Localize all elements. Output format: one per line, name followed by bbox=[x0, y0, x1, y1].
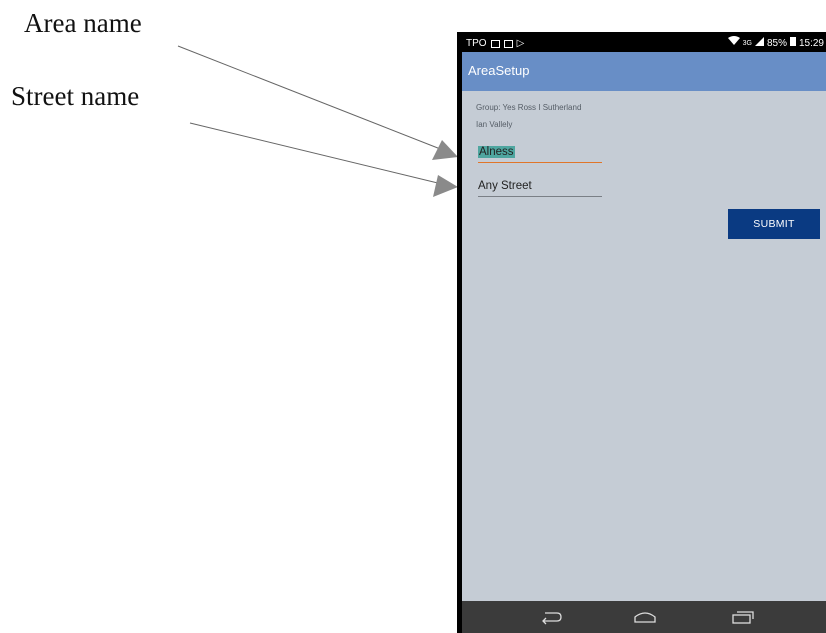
home-icon[interactable] bbox=[630, 607, 660, 627]
play-store-icon: ▷ bbox=[516, 38, 525, 49]
app-screen: TPO ▷ 3G 85% 15:29 AreaSetup Group: Yes … bbox=[462, 35, 826, 633]
area-arrowhead bbox=[432, 140, 458, 160]
group-info-line1: Group: Yes Ross I Sutherland bbox=[476, 103, 582, 112]
street-name-annotation: Street name bbox=[11, 81, 140, 111]
status-carrier-text: TPO bbox=[466, 38, 487, 49]
street-arrowhead bbox=[433, 175, 458, 197]
status-bar: TPO ▷ 3G 85% 15:29 bbox=[462, 35, 826, 52]
back-icon[interactable] bbox=[536, 607, 566, 627]
tablet-frame: TPO ▷ 3G 85% 15:29 AreaSetup Group: Yes … bbox=[457, 32, 826, 633]
street-name-value: Any Street bbox=[478, 180, 532, 192]
status-right: 3G 85% 15:29 bbox=[727, 35, 824, 52]
recent-apps-icon[interactable] bbox=[728, 607, 758, 627]
battery-level: 85% bbox=[766, 38, 787, 49]
area-name-annotation: Area name bbox=[24, 8, 142, 38]
area-name-input[interactable]: Alness bbox=[478, 144, 602, 163]
battery-icon bbox=[789, 35, 796, 52]
area-arrow-line bbox=[177, 45, 449, 153]
area-name-value: Alness bbox=[478, 146, 515, 158]
app-title: AreaSetup bbox=[468, 63, 530, 78]
image-icon bbox=[503, 39, 513, 48]
notification-icon bbox=[490, 39, 500, 48]
street-arrow-line bbox=[189, 122, 447, 186]
wifi-icon bbox=[727, 35, 740, 52]
submit-button[interactable]: SUBMIT bbox=[728, 209, 820, 239]
network-type: 3G bbox=[742, 40, 752, 47]
group-info-line2: Ian Vallely bbox=[476, 120, 513, 129]
street-name-input[interactable]: Any Street bbox=[478, 178, 602, 197]
status-left: TPO ▷ bbox=[466, 35, 524, 52]
app-bar: AreaSetup bbox=[462, 52, 826, 91]
clock: 15:29 bbox=[798, 38, 824, 49]
signal-icon bbox=[754, 35, 764, 52]
navigation-bar bbox=[462, 601, 826, 633]
